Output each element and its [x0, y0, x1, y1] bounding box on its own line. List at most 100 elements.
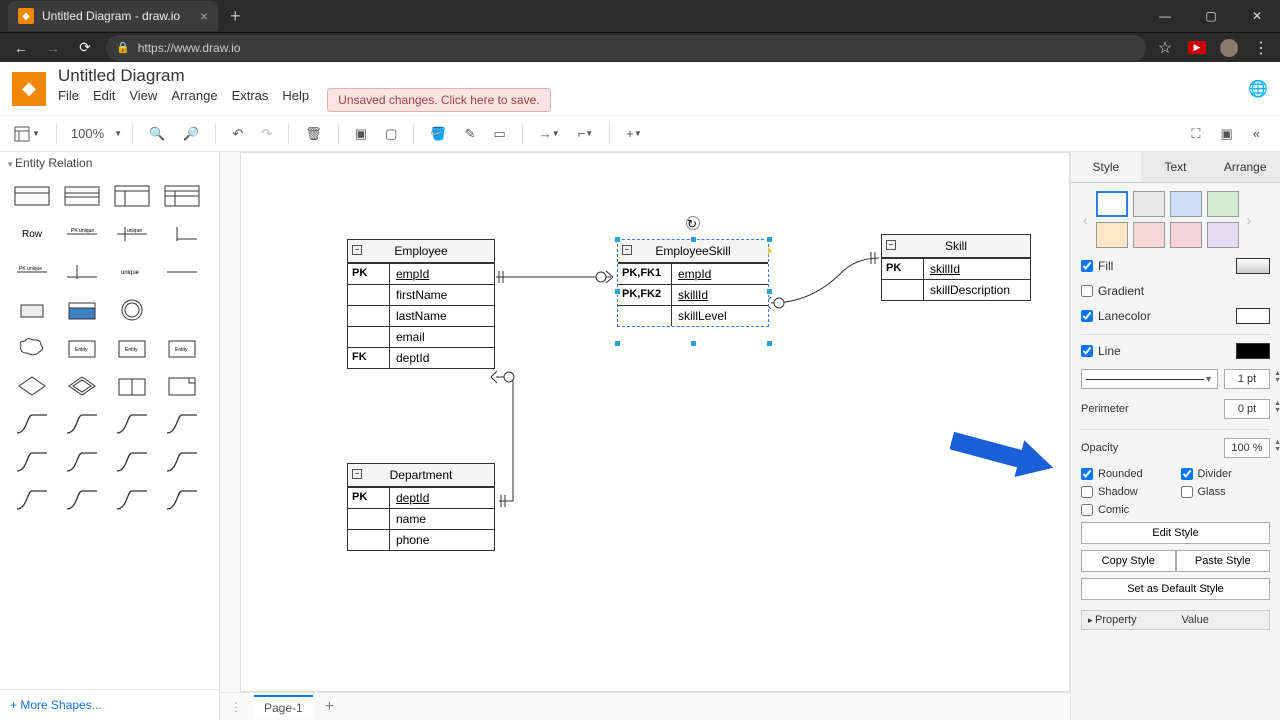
menu-edit[interactable]: Edit [93, 88, 115, 112]
forward-button[interactable]: → [42, 40, 64, 56]
palette-shape[interactable] [60, 446, 104, 478]
palette-shape[interactable] [60, 370, 104, 402]
youtube-extension-icon[interactable]: ▶ [1188, 41, 1206, 54]
line-width-input[interactable]: 1 pt▲▼ [1224, 369, 1270, 389]
format-tab-arrange[interactable]: Arrange [1210, 152, 1280, 182]
entity-employee-skill[interactable]: ↻ −EmployeeSkillPK,FK1empIdPK,FK2skillId… [617, 239, 769, 327]
bookmark-icon[interactable]: ☆ [1156, 38, 1174, 58]
window-minimize-button[interactable]: — [1142, 0, 1188, 32]
menu-view[interactable]: View [129, 88, 157, 112]
window-maximize-button[interactable]: ▢ [1188, 0, 1234, 32]
connection-button[interactable]: → ▼ [533, 123, 566, 144]
close-tab-icon[interactable]: × [200, 8, 208, 24]
line-style-picker[interactable]: ▼ [1081, 369, 1218, 389]
more-shapes-button[interactable]: More Shapes... [0, 689, 219, 720]
browser-menu-icon[interactable]: ⋮ [1252, 38, 1270, 58]
fill-checkbox[interactable]: Fill [1081, 259, 1113, 273]
delete-button[interactable]: 🗑 [299, 123, 328, 145]
palette-shape[interactable] [60, 408, 104, 440]
fill-color-chip[interactable] [1236, 258, 1270, 274]
insert-button[interactable]: + ▼ [620, 123, 648, 144]
rotate-handle[interactable]: ↻ [686, 216, 700, 230]
palette-shape[interactable] [10, 332, 54, 364]
palette-shape[interactable] [160, 446, 204, 478]
divider-checkbox[interactable]: Divider [1181, 468, 1271, 480]
redo-button[interactable]: ↷ [255, 123, 278, 145]
palette-shape[interactable] [10, 408, 54, 440]
palette-shape[interactable] [110, 294, 154, 326]
undo-button[interactable]: ↶ [226, 123, 249, 145]
color-swatch[interactable] [1133, 191, 1165, 217]
fill-color-button[interactable]: 🪣 [424, 123, 452, 145]
palette-shape[interactable]: PK unique [60, 218, 104, 250]
palette-shape[interactable]: unique [110, 256, 154, 288]
palette-shape[interactable] [10, 370, 54, 402]
menu-help[interactable]: Help [282, 88, 309, 112]
swatch-next[interactable]: › [1245, 212, 1254, 228]
format-tab-style[interactable]: Style [1071, 152, 1141, 182]
palette-shape[interactable] [10, 484, 54, 516]
sidebar-section-entity-relation[interactable]: Entity Relation [0, 152, 219, 174]
palette-shape[interactable] [160, 484, 204, 516]
default-style-button[interactable]: Set as Default Style [1081, 578, 1270, 600]
color-swatch[interactable] [1170, 191, 1202, 217]
format-panel-toggle[interactable]: ▣ [1214, 123, 1238, 145]
palette-shape[interactable] [10, 294, 54, 326]
entity-skill[interactable]: −SkillPKskillIdskillDescription [881, 234, 1031, 301]
zoom-in-button[interactable]: 🔍 [143, 123, 171, 145]
app-logo[interactable]: ◆ [12, 72, 46, 106]
lanecolor-checkbox[interactable]: Lanecolor [1081, 309, 1151, 323]
zoom-level[interactable]: 100% [67, 126, 108, 141]
edit-style-button[interactable]: Edit Style [1081, 522, 1270, 544]
view-button[interactable]: ▼ [8, 123, 46, 145]
unsaved-changes-alert[interactable]: Unsaved changes. Click here to save. [327, 88, 550, 112]
collapse-button[interactable]: « [1247, 123, 1266, 145]
waypoint-button[interactable]: ⌐ ▼ [572, 123, 600, 144]
palette-shape[interactable]: unique [110, 218, 154, 250]
canvas-area[interactable]: −EmployeePKempIdfirstNamelastNameemailFK… [220, 152, 1070, 720]
color-swatch[interactable] [1096, 191, 1128, 217]
to-front-button[interactable]: ▣ [349, 123, 373, 145]
back-button[interactable]: ← [10, 40, 32, 56]
palette-shape[interactable] [60, 256, 104, 288]
palette-shape[interactable] [110, 484, 154, 516]
palette-shape[interactable] [60, 294, 104, 326]
lanecolor-chip[interactable] [1236, 308, 1270, 324]
menu-file[interactable]: File [58, 88, 79, 112]
palette-shape[interactable] [110, 408, 154, 440]
palette-shape[interactable] [160, 256, 204, 288]
shadow-checkbox[interactable]: Shadow [1081, 486, 1171, 498]
browser-tab[interactable]: ◆ Untitled Diagram - draw.io × [8, 1, 218, 31]
rounded-checkbox[interactable]: Rounded [1081, 468, 1171, 480]
palette-shape[interactable] [160, 218, 204, 250]
opacity-input[interactable]: 100 %▲▼ [1224, 438, 1270, 458]
color-swatch[interactable] [1207, 191, 1239, 217]
zoom-out-button[interactable]: 🔎 [177, 123, 205, 145]
palette-shape[interactable] [110, 446, 154, 478]
window-close-button[interactable]: ✕ [1234, 0, 1280, 32]
line-color-chip[interactable] [1236, 343, 1270, 359]
comic-checkbox[interactable]: Comic [1081, 504, 1171, 516]
palette-shape[interactable]: Row [10, 218, 54, 250]
to-back-button[interactable]: ▢ [379, 123, 403, 145]
address-bar[interactable]: 🔒 https://www.draw.io [106, 35, 1146, 61]
color-swatch[interactable] [1133, 222, 1165, 248]
entity-department[interactable]: −DepartmentPKdeptIdnamephone [347, 463, 495, 551]
gradient-checkbox[interactable]: Gradient [1081, 284, 1144, 298]
page-menu-icon[interactable]: ⋮ [230, 700, 242, 714]
palette-shape[interactable] [60, 484, 104, 516]
menu-extras[interactable]: Extras [232, 88, 269, 112]
palette-shape[interactable] [160, 370, 204, 402]
line-checkbox[interactable]: Line [1081, 344, 1121, 358]
palette-shape[interactable]: Entity [110, 332, 154, 364]
palette-shape[interactable]: Entity [160, 332, 204, 364]
palette-shape[interactable] [10, 446, 54, 478]
palette-shape[interactable]: Entity [60, 332, 104, 364]
palette-shape[interactable] [10, 180, 54, 212]
format-tab-text[interactable]: Text [1141, 152, 1211, 182]
palette-shape[interactable] [160, 294, 204, 326]
color-swatch[interactable] [1170, 222, 1202, 248]
perimeter-input[interactable]: 0 pt▲▼ [1224, 399, 1270, 419]
color-swatch[interactable] [1207, 222, 1239, 248]
entity-employee[interactable]: −EmployeePKempIdfirstNamelastNameemailFK… [347, 239, 495, 369]
